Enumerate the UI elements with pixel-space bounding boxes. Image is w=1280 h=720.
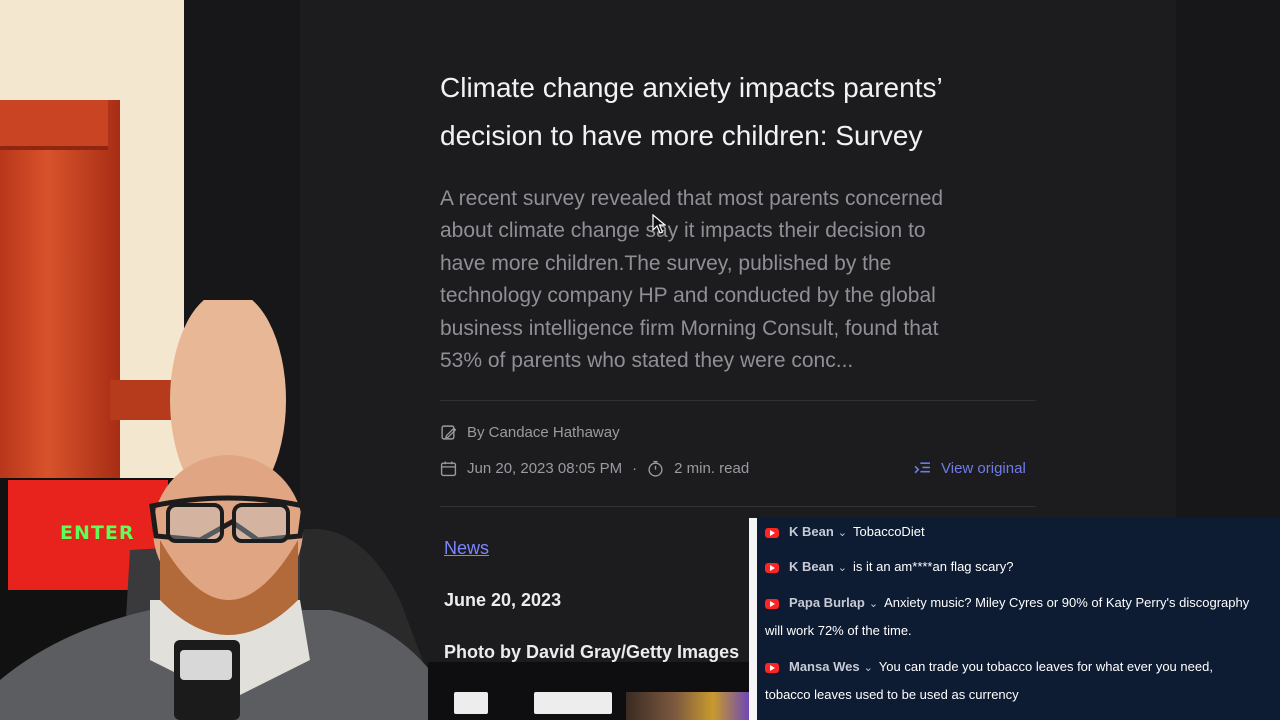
chat-username: Mansa Wes	[789, 659, 860, 674]
summary-line: A recent survey revealed that most paren…	[440, 187, 944, 210]
chat-message: K Bean ⌄ TobaccoDiet	[765, 518, 925, 547]
video-strip	[428, 662, 750, 720]
chat-text: is it an am****an flag scary?	[853, 559, 1014, 574]
chat-username: K Bean	[789, 524, 834, 539]
live-chat-overlay: K Bean ⌄ TobaccoDiet K Bean ⌄ is it an am***…	[749, 518, 1280, 720]
summary-line: about climate change say it impacts thei…	[440, 219, 926, 243]
chat-message: Mansa Wes ⌄ You can trade you tobacco leav…	[765, 653, 1213, 682]
article-meta: Jun 20, 2023 08:05 PM · 2 min. read	[440, 460, 749, 477]
chat-text: will work 72% of the time.	[765, 623, 912, 638]
author: By Candace Hathaway	[467, 424, 620, 441]
chat-text: tobacco leaves used to be used as curren…	[765, 687, 1019, 702]
chat-message-continued: tobacco leaves used to be used as curren…	[765, 681, 1019, 709]
youtube-icon	[765, 662, 779, 673]
summary-line: business intelligence firm Morning Consu…	[440, 316, 939, 340]
summary-line: 53% of parents who stated they were conc…	[440, 349, 854, 373]
youtube-icon	[765, 527, 779, 538]
chat-username: K Bean	[789, 559, 834, 574]
article-summary: A recent survey revealed that most paren…	[440, 183, 1040, 377]
chat-username: Papa Burlap	[789, 595, 865, 610]
chevron-down-icon: ⌄	[868, 598, 879, 610]
article-title-line: decision to have more children: Survey	[440, 120, 923, 151]
chat-message: Papa Burlap ⌄ Anxiety music? Miley Cyres o…	[765, 589, 1249, 618]
meta-separator: ·	[632, 460, 638, 477]
summary-line: have more children.The survey, published…	[440, 251, 892, 275]
youtube-icon	[765, 598, 779, 609]
chevron-down-icon: ⌄	[863, 662, 873, 674]
read-time: 2 min. read	[674, 460, 750, 477]
chevron-down-icon: ⌄	[837, 562, 848, 574]
wooden-cabinet-top	[0, 100, 108, 150]
summary-line: technology company HP and conducted by t…	[440, 284, 936, 308]
strip-block	[534, 692, 612, 714]
mouse-cursor-icon	[652, 214, 666, 234]
chat-text: TobaccoDiet	[853, 524, 925, 539]
chat-text: You can trade you tobacco leaves for wha…	[878, 659, 1213, 674]
chat-text: Anxiety music? Miley Cyres or 90% of Kat…	[884, 595, 1250, 610]
publish-date: Jun 20, 2023 08:05 PM	[467, 460, 623, 477]
view-original-link[interactable]: View original	[914, 460, 1026, 477]
divider	[440, 400, 1036, 401]
chat-message: K Bean ⌄ is it an am****an flag scary?	[765, 553, 1013, 582]
article-title: Climate change anxiety impacts parents’ …	[440, 64, 1040, 160]
article-title-line: Climate change anxiety impacts parents’	[440, 72, 943, 103]
view-original-icon	[914, 462, 930, 474]
timer-icon	[648, 460, 663, 477]
photo-credit: Photo by David Gray/Getty Images	[444, 642, 740, 662]
view-original-label: View original	[941, 460, 1026, 477]
youtube-icon	[765, 562, 779, 573]
webcam-streamer	[0, 300, 470, 720]
strip-thumbnail	[626, 692, 750, 720]
chat-message-continued: will work 72% of the time.	[765, 617, 912, 645]
chevron-down-icon: ⌄	[837, 527, 848, 539]
strip-block	[454, 692, 488, 714]
divider	[440, 506, 1036, 507]
